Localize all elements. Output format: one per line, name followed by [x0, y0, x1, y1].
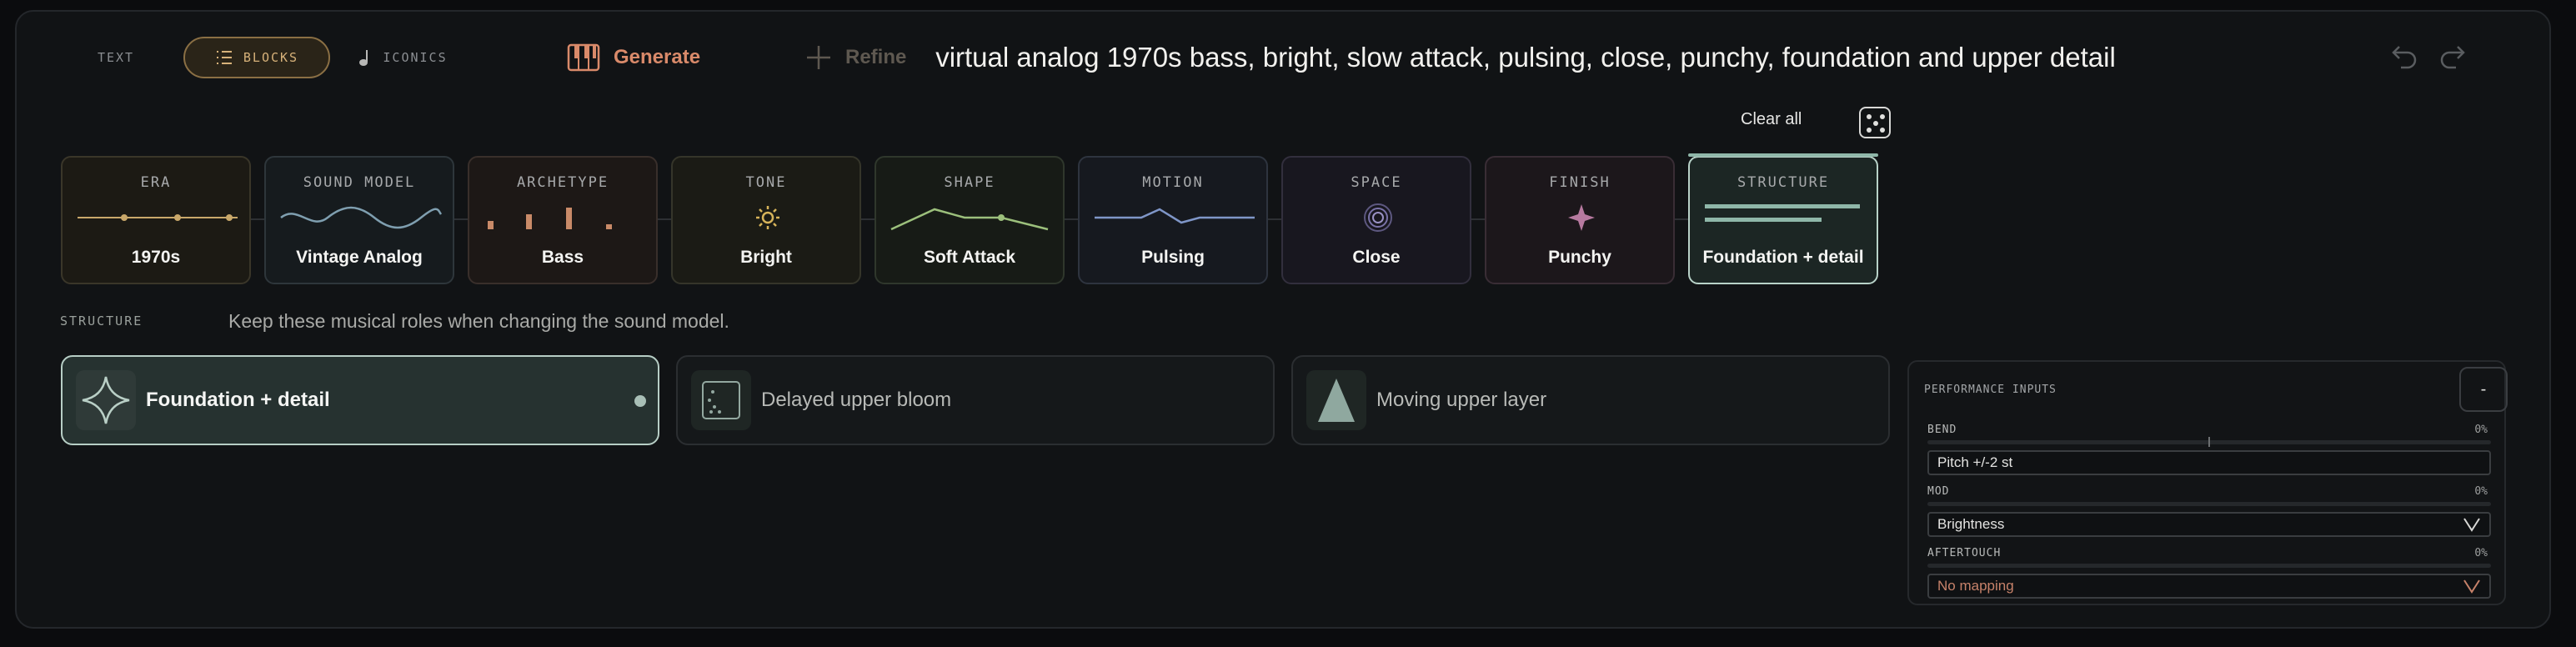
refine-button[interactable]: Refine: [805, 37, 906, 78]
sparkle-icon: [1568, 204, 1595, 231]
block-value: Soft Attack: [923, 248, 1016, 267]
sun-icon: [756, 206, 779, 229]
bend-slider[interactable]: [1927, 437, 2491, 447]
envelope-shape-icon: [890, 208, 1049, 231]
block-motion[interactable]: MOTION Pulsing: [1078, 156, 1268, 284]
chevron-down-icon: [2463, 518, 2480, 532]
triangle-icon: [1306, 370, 1366, 430]
block-title: SHAPE: [944, 174, 995, 191]
waveform-icon: [280, 206, 443, 229]
bend-slider-center-tick: [2208, 437, 2210, 447]
block-value: Close: [1352, 248, 1401, 267]
refine-label: Refine: [845, 46, 907, 68]
block-finish[interactable]: FINISH Punchy: [1485, 156, 1675, 284]
bend-value: 0%: [2474, 424, 2488, 436]
generate-label: Generate: [614, 46, 701, 68]
role-foundation-detail[interactable]: Foundation + detail: [61, 355, 659, 445]
block-structure[interactable]: STRUCTURE Foundation + detail: [1688, 153, 1878, 284]
block-title: SOUND MODEL: [303, 174, 416, 191]
role-moving-upper-layer[interactable]: Moving upper layer: [1291, 355, 1890, 445]
mode-blocks-label: BLOCKS: [243, 50, 299, 65]
plus-icon: [807, 46, 830, 69]
block-title: STRUCTURE: [1737, 174, 1830, 191]
mod-mapping-select[interactable]: Brightness: [1927, 512, 2491, 537]
block-value: Vintage Analog: [296, 248, 423, 267]
block-sound-model[interactable]: SOUND MODEL Vintage Analog: [264, 156, 454, 284]
block-title: ERA: [140, 174, 172, 191]
bend-mapping-text: Pitch +/-2 st: [1937, 454, 2013, 470]
block-value: Pulsing: [1141, 248, 1205, 267]
collapse-button[interactable]: -: [2459, 367, 2508, 412]
block-value: Bass: [541, 248, 584, 267]
bend-label: BEND: [1927, 424, 1957, 436]
undo-icon[interactable]: [2389, 42, 2419, 72]
mod-slider[interactable]: [1927, 502, 2491, 506]
block-value: 1970s: [131, 248, 181, 267]
concentric-circles-icon: [1364, 203, 1392, 232]
prompt-text[interactable]: virtual analog 1970s bass, bright, slow …: [934, 37, 2117, 78]
role-name: Moving upper layer: [1376, 389, 1547, 411]
performance-inputs-title: PERFORMANCE INPUTS: [1924, 384, 2057, 396]
block-space[interactable]: SPACE Close: [1281, 156, 1471, 284]
aftertouch-value: 0%: [2474, 547, 2488, 559]
block-title: ARCHETYPE: [516, 174, 609, 191]
structure-description: Keep these musical roles when changing t…: [228, 310, 729, 332]
aftertouch-slider[interactable]: [1927, 564, 2491, 568]
block-shape[interactable]: SHAPE Soft Attack: [875, 156, 1065, 284]
mod-label: MOD: [1927, 485, 1950, 498]
scatter-dots-icon: [691, 370, 751, 430]
mode-iconics-tab[interactable]: ICONICS: [348, 37, 457, 78]
mode-text-tab[interactable]: TEXT: [83, 37, 148, 78]
block-era[interactable]: ERA 1970s: [61, 156, 251, 284]
block-value: Punchy: [1548, 248, 1611, 267]
generate-button[interactable]: Generate: [567, 37, 700, 78]
clear-all-button[interactable]: Clear all: [1741, 110, 1802, 129]
randomize-dice-icon[interactable]: [1859, 107, 1891, 138]
layers-icon: [1705, 204, 1860, 222]
block-value: Bright: [740, 248, 792, 267]
redo-icon[interactable]: [2438, 42, 2468, 72]
aftertouch-mapping-select[interactable]: No mapping: [1927, 574, 2491, 599]
structure-section-label: STRUCTURE: [60, 313, 143, 329]
role-name: Delayed upper bloom: [761, 389, 952, 411]
bass-bars-icon: [488, 208, 612, 229]
selected-indicator-dot: [634, 395, 646, 407]
role-name: Foundation + detail: [146, 389, 330, 411]
mode-iconics-label: ICONICS: [383, 50, 448, 65]
aftertouch-label: AFTERTOUCH: [1927, 547, 2002, 559]
bend-mapping-field[interactable]: Pitch +/-2 st: [1927, 450, 2491, 475]
performance-inputs-panel: PERFORMANCE INPUTS - BEND 0% Pitch +/-2 …: [1907, 360, 2508, 605]
list-icon: [216, 51, 232, 64]
block-value: Foundation + detail: [1702, 248, 1864, 267]
block-title: SPACE: [1351, 174, 1402, 191]
mode-text-label: TEXT: [97, 50, 135, 65]
mod-value: 0%: [2474, 485, 2488, 498]
era-timeline-icon: [78, 214, 238, 221]
chevron-down-icon: [2463, 579, 2480, 594]
aftertouch-mapping-text: No mapping: [1937, 578, 2014, 594]
pulse-line-icon: [1095, 208, 1255, 224]
block-title: MOTION: [1142, 174, 1204, 191]
piano-keys-icon: [567, 43, 600, 72]
block-title: FINISH: [1549, 174, 1611, 191]
block-title: TONE: [745, 174, 787, 191]
music-note-icon: [359, 50, 368, 66]
role-delayed-upper-bloom[interactable]: Delayed upper bloom: [676, 355, 1275, 445]
mod-mapping-text: Brightness: [1937, 516, 2005, 532]
block-archetype[interactable]: ARCHETYPE Bass: [468, 156, 658, 284]
four-point-star-icon: [76, 370, 136, 430]
block-tone[interactable]: TONE Bright: [671, 156, 861, 284]
mode-blocks-tab[interactable]: BLOCKS: [183, 37, 330, 78]
